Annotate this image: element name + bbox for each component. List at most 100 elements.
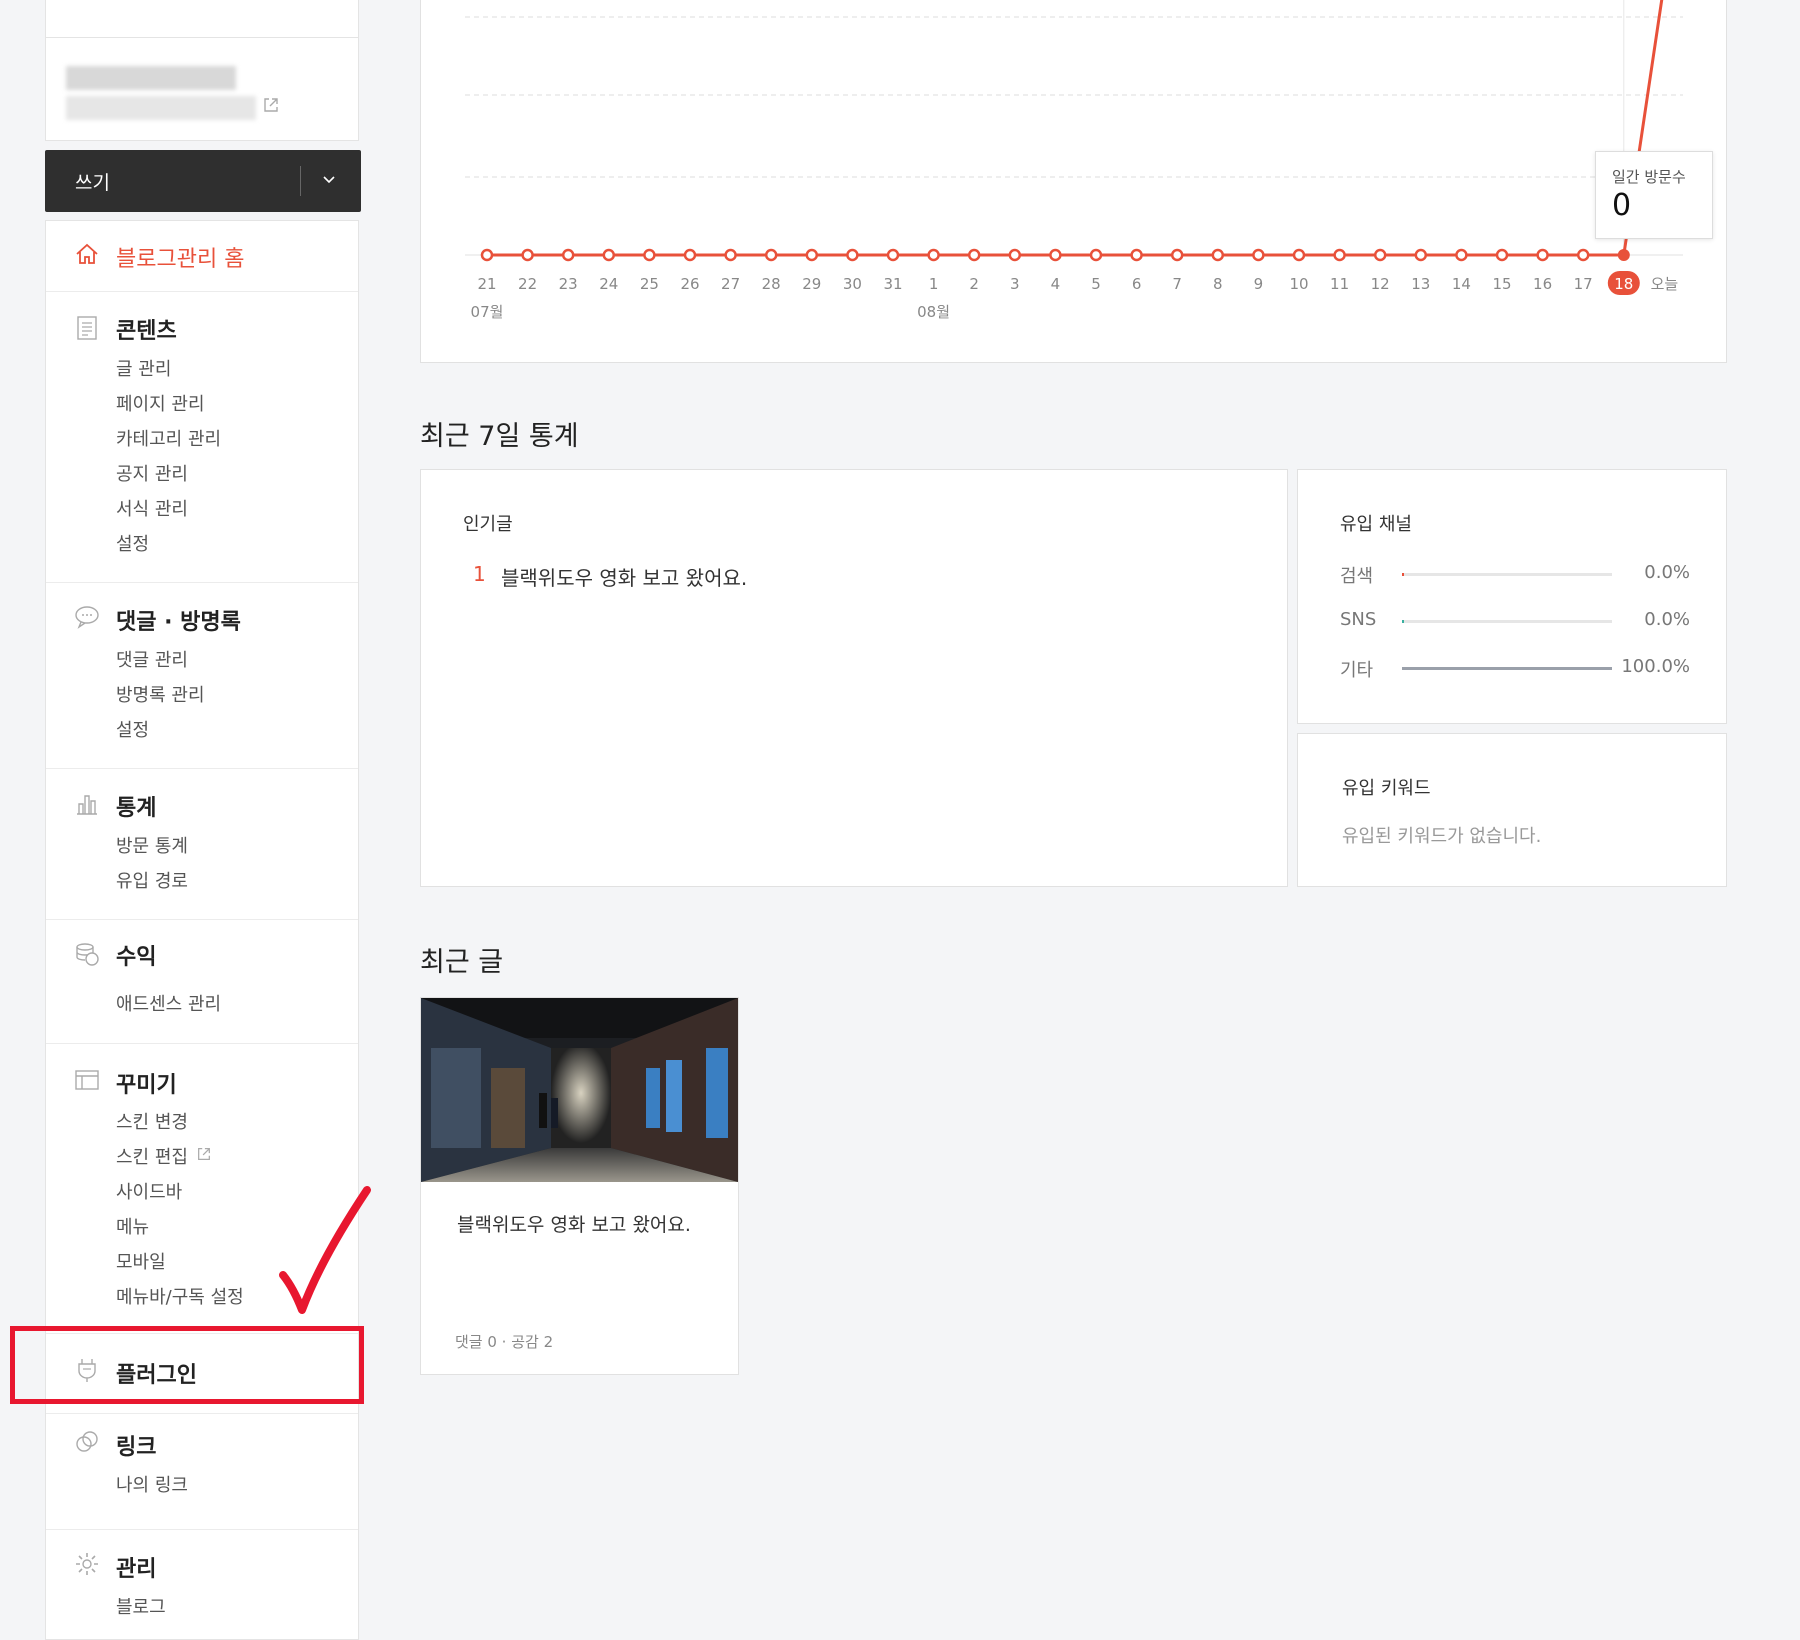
x-tick-label: 27	[721, 275, 740, 293]
channel-name: 검색	[1340, 566, 1374, 587]
keyword-empty-message: 유입된 키워드가 없습니다.	[1342, 826, 1542, 847]
document-icon	[77, 316, 97, 340]
x-tick-label: 18	[1614, 275, 1633, 293]
nav-section-revenue: 수익 애드센스 관리	[46, 919, 358, 1044]
x-tick-label: 오늘	[1651, 275, 1679, 293]
external-link-icon[interactable]	[196, 1146, 212, 1162]
x-tick-label: 1	[929, 275, 939, 293]
nav-head-comments[interactable]: 댓글 · 방명록	[116, 604, 241, 636]
nav-item-contents-settings[interactable]: 설정	[116, 530, 149, 556]
external-link-icon[interactable]	[262, 96, 280, 114]
x-tick-label: 3	[1010, 275, 1020, 293]
data-point	[1373, 248, 1387, 262]
nav-item-guestbook[interactable]: 방명록 관리	[116, 681, 205, 707]
nav-item-my-links[interactable]: 나의 링크	[116, 1471, 188, 1497]
x-tick-label: 10	[1289, 275, 1308, 293]
nav-item-categories[interactable]: 카테고리 관리	[116, 425, 221, 451]
x-tick-label: 24	[599, 275, 618, 293]
x-tick-label: 21	[477, 275, 496, 293]
nav-item-menubar[interactable]: 메뉴바/구독 설정	[116, 1283, 244, 1309]
x-tick-label: 28	[762, 275, 781, 293]
nav-head-link[interactable]: 링크	[116, 1429, 156, 1461]
x-tick-label: 13	[1411, 275, 1430, 293]
nav-item-visit-stats[interactable]: 방문 통계	[116, 832, 188, 858]
nav-item-skin-edit[interactable]: 스킨 편집	[116, 1143, 188, 1169]
tooltip-value: 0	[1612, 188, 1632, 223]
gear-icon	[76, 1553, 98, 1575]
x-tick-label: 6	[1132, 275, 1142, 293]
nav-section-contents: 콘텐츠 글 관리 페이지 관리 카테고리 관리 공지 관리 서식 관리 설정	[46, 291, 358, 583]
blurred-blog-url	[66, 96, 256, 120]
nav-item-posts[interactable]: 글 관리	[116, 355, 171, 381]
keyword-panel: 유입 키워드 유입된 키워드가 없습니다.	[1297, 733, 1727, 887]
keyword-title: 유입 키워드	[1342, 778, 1431, 799]
nav-item-templates[interactable]: 서식 관리	[116, 495, 188, 521]
data-point	[1455, 248, 1468, 262]
nav-item-menu[interactable]: 메뉴	[116, 1213, 149, 1239]
nav-item-adsense[interactable]: 애드센스 관리	[116, 990, 221, 1016]
channel-title: 유입 채널	[1340, 514, 1412, 535]
month-label: 08월	[917, 303, 950, 321]
data-point	[805, 248, 819, 262]
nav-head-stats[interactable]: 통계	[116, 790, 156, 822]
post-thumbnail[interactable]	[421, 998, 738, 1182]
recent-title: 최근 글	[420, 947, 504, 978]
data-point	[1536, 248, 1549, 262]
x-tick-label: 9	[1254, 275, 1264, 293]
popular-posts-panel: 인기글 1 블랙위도우 영화 보고 왔어요.	[420, 469, 1288, 887]
x-tick-label: 23	[559, 275, 578, 293]
data-point	[1008, 248, 1022, 262]
nav-item-mobile[interactable]: 모바일	[116, 1248, 166, 1274]
nav-head-decorate[interactable]: 꾸미기	[116, 1067, 177, 1099]
layout-icon	[75, 1070, 99, 1090]
nav-head-revenue[interactable]: 수익	[116, 939, 156, 971]
nav-item-comments[interactable]: 댓글 관리	[116, 646, 188, 672]
nav-item-notices[interactable]: 공지 관리	[116, 460, 188, 486]
data-point	[886, 248, 900, 262]
nav-item-comments-settings[interactable]: 설정	[116, 716, 149, 742]
data-point	[1211, 248, 1225, 262]
x-tick-label: 17	[1574, 275, 1593, 293]
x-tick-label: 11	[1330, 275, 1349, 293]
x-tick-label: 14	[1452, 275, 1471, 293]
write-button[interactable]: 쓰기	[45, 150, 361, 212]
channel-name: 기타	[1340, 660, 1374, 681]
tooltip-label: 일간 방문수	[1612, 168, 1686, 186]
nav-item-blog[interactable]: 블로그	[116, 1593, 166, 1619]
x-tick-label: 16	[1533, 275, 1552, 293]
nav-head-contents[interactable]: 콘텐츠	[116, 313, 177, 345]
nav-item-referrers[interactable]: 유입 경로	[116, 867, 188, 893]
x-tick-label: 15	[1492, 275, 1511, 293]
nav-item-pages[interactable]: 페이지 관리	[116, 390, 205, 416]
chart-tooltip: 일간 방문수 0	[1595, 151, 1713, 239]
data-point	[480, 248, 494, 262]
nav-item-skin-change[interactable]: 스킨 변경	[116, 1108, 188, 1134]
nav-home-label: 블로그관리 홈	[116, 247, 245, 272]
popular-post-title[interactable]: 블랙위도우 영화 보고 왔어요.	[501, 562, 747, 591]
visit-line-chart: 21 22 23 24 25 26 27 28 29 30 31 1 2 3 4 5 6 7 8 9 10 11 12 13 1…	[465, 0, 1683, 321]
x-tick-label: 5	[1091, 275, 1101, 293]
recent-post-meta: 댓글 0 · 공감 2	[455, 1333, 554, 1351]
nav-section-link: 링크 나의 링크	[46, 1413, 358, 1530]
x-tick-label: 2	[969, 275, 979, 293]
data-point	[764, 248, 778, 262]
blurred-blog-title	[66, 66, 236, 90]
x-tick-label: 29	[802, 275, 821, 293]
channel-row-sns: SNS 0.0%	[1340, 609, 1690, 633]
recent-post-title[interactable]: 블랙위도우 영화 보고 왔어요.	[457, 1210, 691, 1237]
nav-head-manage[interactable]: 관리	[116, 1551, 156, 1583]
nav-item-sidebar[interactable]: 사이드바	[116, 1178, 182, 1204]
channel-pct: 100.0%	[1621, 656, 1690, 677]
chevron-down-icon[interactable]	[321, 172, 337, 188]
channel-bar-fill	[1402, 573, 1405, 576]
post-thumbnail-image	[421, 998, 738, 1182]
recent-post-card[interactable]: 블랙위도우 영화 보고 왔어요. 댓글 0 · 공감 2	[420, 997, 739, 1375]
data-point	[1130, 248, 1143, 262]
blog-profile-card[interactable]	[45, 37, 359, 141]
channel-bar-fill	[1402, 620, 1405, 623]
x-tick-label: 25	[640, 275, 659, 293]
nav-home[interactable]: 블로그관리 홈	[46, 221, 358, 292]
data-point	[1089, 248, 1103, 262]
bar-chart-icon	[77, 795, 97, 815]
data-point	[1252, 248, 1265, 262]
